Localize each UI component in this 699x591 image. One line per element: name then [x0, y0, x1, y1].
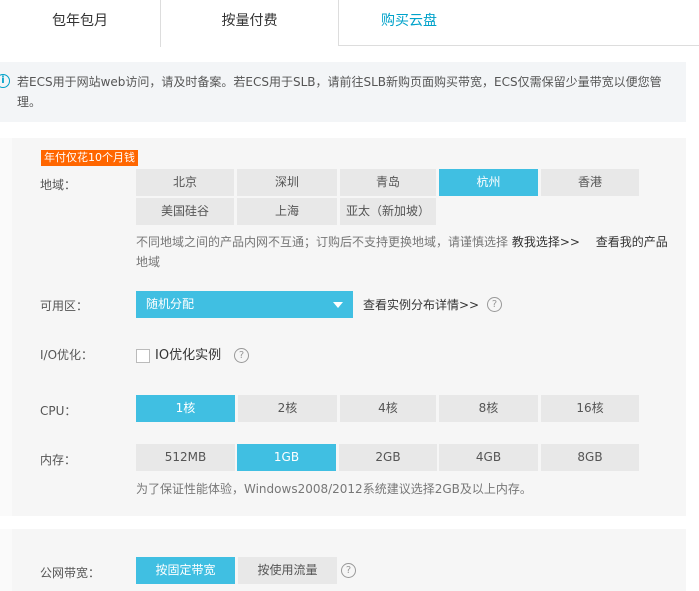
region-option[interactable]: 美国硅谷: [136, 198, 234, 225]
bandwidth-option[interactable]: 按使用流量: [238, 557, 337, 584]
panel-side-strip: [0, 138, 12, 516]
zone-detail-link[interactable]: 查看实例分布详情>>: [363, 295, 479, 315]
tab-subscription[interactable]: 包年包月: [0, 0, 161, 47]
cpu-label: CPU：: [40, 404, 77, 418]
notice-text: 若ECS用于网站web访问，请及时备案。若ECS用于SLB，请前往SLB新购页面…: [17, 75, 662, 109]
io-checkbox[interactable]: [136, 349, 150, 363]
chevron-down-icon: [333, 302, 343, 308]
tab-buy-cloud-disk[interactable]: 购买云盘: [339, 0, 479, 46]
region-hint-text-end: 地域: [136, 255, 161, 269]
cpu-option[interactable]: 4核: [340, 395, 436, 422]
help-icon[interactable]: ?: [234, 348, 249, 363]
memory-label: 内存：: [40, 453, 77, 467]
help-choose-link[interactable]: 教我选择>>: [512, 235, 580, 249]
region-label: 地域：: [40, 178, 77, 192]
region-option[interactable]: 上海: [237, 198, 337, 225]
bandwidth-option-selected[interactable]: 按固定带宽: [136, 557, 235, 584]
zone-select-value: 随机分配: [146, 297, 195, 311]
info-icon: i: [0, 74, 10, 88]
panel-side-strip: [0, 529, 12, 591]
io-checkbox-label: IO优化实例: [155, 348, 222, 363]
tab-pay-as-you-go[interactable]: 按量付费: [161, 0, 339, 46]
cpu-option[interactable]: 2核: [238, 395, 337, 422]
cpu-option[interactable]: 16核: [541, 395, 639, 422]
help-icon[interactable]: ?: [341, 563, 356, 578]
region-option[interactable]: 北京: [136, 169, 234, 196]
memory-option[interactable]: 512MB: [136, 444, 235, 471]
cpu-option[interactable]: 8核: [439, 395, 538, 422]
memory-hint: 为了保证性能体验，Windows2008/2012系统建议选择2GB及以上内存。: [136, 482, 532, 496]
memory-option[interactable]: 2GB: [339, 444, 437, 471]
memory-option[interactable]: 4GB: [439, 444, 538, 471]
zone-label: 可用区：: [40, 299, 89, 313]
region-hint-text: 不同地域之间的产品内网不互通；订购后不支持更换地域，请谨慎选择: [136, 235, 509, 249]
billing-tabs: 包年包月 按量付费 购买云盘: [0, 0, 699, 47]
help-icon[interactable]: ?: [487, 297, 502, 312]
cpu-option-selected[interactable]: 1核: [136, 395, 235, 422]
region-option[interactable]: 深圳: [237, 169, 337, 196]
io-label: I/O优化：: [40, 348, 94, 362]
region-option[interactable]: 亚太（新加坡）: [340, 198, 436, 225]
zone-select[interactable]: 随机分配: [136, 291, 353, 318]
network-panel: [12, 529, 686, 591]
region-option[interactable]: 青岛: [340, 169, 436, 196]
region-hint: 不同地域之间的产品内网不互通；订购后不支持更换地域，请谨慎选择 教我选择>> 查…: [136, 232, 676, 272]
notice-banner: i 若ECS用于网站web访问，请及时备案。若ECS用于SLB，请前往SLB新购…: [0, 62, 686, 122]
promo-badge: 年付仅花10个月钱: [41, 150, 138, 166]
region-option-selected[interactable]: 杭州: [439, 169, 538, 196]
bandwidth-label: 公网带宽：: [40, 566, 101, 580]
region-option[interactable]: 香港: [541, 169, 639, 196]
view-products-link[interactable]: 查看我的产品: [596, 235, 668, 249]
memory-option[interactable]: 8GB: [541, 444, 639, 471]
memory-option-selected[interactable]: 1GB: [237, 444, 336, 471]
